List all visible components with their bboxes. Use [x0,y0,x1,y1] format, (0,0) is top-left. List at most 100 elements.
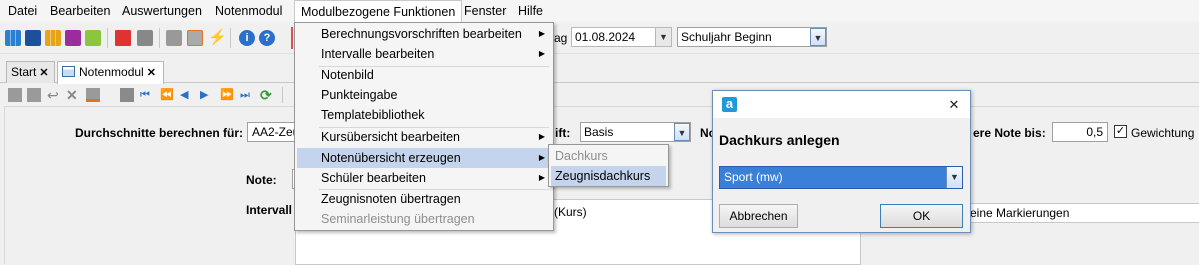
menu-auswertungen[interactable]: Auswertungen [116,0,208,22]
undo-icon[interactable]: ↩ [47,88,61,102]
menu-item-schueler[interactable]: Schüler bearbeiten ▶ [297,168,551,188]
last-record-icon[interactable]: ⏭ [240,88,254,102]
menu-item-berechnungsvorschriften[interactable]: Berechnungsvorschriften bearbeiten ▶ [297,24,551,44]
schrift-value: Basis [584,125,614,139]
fast-back-icon[interactable]: ⏪ [160,88,174,102]
save-icon[interactable] [27,88,41,102]
menu-notenmodul[interactable]: Notenmodul [209,0,288,22]
chevron-down-icon[interactable]: ▼ [655,28,671,46]
table-icon [62,66,75,77]
averages-select[interactable]: AA2-Zeu [247,122,299,142]
menu-item-seminarleistung: Seminarleistung übertragen [297,209,551,229]
new-icon[interactable] [8,88,22,102]
menu-item-notenbild[interactable]: Notenbild [297,65,551,85]
tab-start-label: Start [11,65,37,79]
menu-item-zeugnisnoten[interactable]: Zeugnisnoten übertragen [297,189,551,209]
notenuebersicht-submenu: Dachkurs Zeugnisdachkurs [548,144,669,187]
menu-item-label: Schüler bearbeiten [321,171,426,185]
courses-icon[interactable] [65,30,81,46]
app-logo-icon: a [722,97,737,112]
ok-button[interactable]: OK [880,204,963,228]
tab-notenmodul-label: Notenmodul [79,65,144,79]
printer-icon[interactable] [137,30,153,46]
refresh-icon[interactable]: ⟳ [260,88,274,102]
chevron-right-icon: ▶ [538,132,545,141]
report-icon[interactable] [86,88,100,102]
book-icon[interactable] [115,30,131,46]
students-icon[interactable] [5,30,21,46]
menu-item-label: Notenbild [321,68,374,82]
menu-item-label: Intervalle bearbeiten [321,47,435,61]
tab-notenmodul[interactable]: Notenmodul ✕ [57,61,164,84]
intervall-label: Intervall [246,203,293,217]
chevron-down-icon[interactable]: ▼ [674,123,690,141]
submenu-item-zeugnisdachkurs[interactable]: Zeugnisdachkurs [551,166,666,186]
chevron-right-icon: ▶ [538,29,545,38]
help-icon[interactable]: ? [259,30,275,46]
export-icon[interactable] [187,30,203,46]
period-select[interactable]: Schuljahr Beginn ▼ [677,27,827,47]
lightning-icon[interactable]: ⚡ [208,30,227,46]
note-bis-input[interactable]: 0,5 [1052,122,1108,142]
menu-item-label: Punkteingabe [321,88,398,102]
date-value: 01.08.2024 [575,30,636,44]
rooms-icon[interactable] [85,30,101,46]
menu-bearbeiten[interactable]: Bearbeiten [44,0,116,22]
info-icon[interactable]: i [239,30,255,46]
tab-bar: Start ✕ Notenmodul ✕ [0,55,1199,84]
menu-item-label: Zeugnisnoten übertragen [321,192,461,206]
period-value: Schuljahr Beginn [681,30,772,44]
note-bis-label: ere Note bis: [973,126,1046,140]
tab-start[interactable]: Start ✕ [6,61,55,83]
dialog-heading: Dachkurs anlegen [719,132,840,148]
date-select[interactable]: 01.08.2024 ▼ [571,27,672,47]
class-icon[interactable] [25,30,41,46]
menu-item-label: Kursübersicht bearbeiten [321,130,460,144]
menu-item-intervalle[interactable]: Intervalle bearbeiten ▶ [297,44,551,64]
weighting-label: Gewichtung [1131,126,1195,140]
schrift-select[interactable]: Basis ▼ [580,122,691,142]
menu-modulbezogene-funktionen[interactable]: Modulbezogene Funktionen [294,0,463,23]
chevron-right-icon: ▶ [538,49,545,58]
close-icon[interactable]: ✕ [39,67,48,79]
note-label: Note: [246,173,277,187]
chevron-right-icon: ▶ [538,173,545,182]
fast-forward-icon[interactable]: ⏩ [220,88,234,102]
menu-hilfe[interactable]: Hilfe [512,0,549,22]
chevron-down-icon[interactable]: ▼ [810,28,826,46]
group-icon[interactable] [120,88,134,102]
first-record-icon[interactable]: ⏮ [140,88,154,102]
chevron-down-icon[interactable]: ▼ [946,167,962,188]
teachers-icon[interactable] [45,30,61,46]
close-icon[interactable]: ✕ [147,67,156,79]
dachkurs-select[interactable]: Sport (mw) ▼ [719,166,963,189]
menu-datei[interactable]: Datei [2,0,43,22]
dachkurs-dialog: a ✕ Dachkurs anlegen Sport (mw) ▼ Abbrec… [712,90,971,233]
menu-item-templatebibliothek[interactable]: Templatebibliothek [297,105,551,125]
menu-item-label: Notenübersicht erzeugen [321,151,461,165]
menu-fenster[interactable]: Fenster [458,0,512,22]
navigation-toolbar: ↩ ✕ ⏮ ⏪ ◀ ▶ ⏩ ⏭ ⟳ [0,84,1199,106]
dialog-titlebar[interactable]: a ✕ [713,91,970,118]
averages-label: Durchschnitte berechnen für: [75,126,244,140]
next-record-icon[interactable]: ▶ [200,88,214,102]
menu-item-punkteingabe[interactable]: Punkteingabe [297,85,551,105]
menu-bar: Datei Bearbeiten Auswertungen Notenmodul… [0,0,1199,23]
markierungen-field[interactable]: eine Markierungen [965,203,1199,223]
modulbezogene-funktionen-menu: Berechnungsvorschriften bearbeiten ▶ Inte… [294,22,554,231]
menu-item-label: Seminarleistung übertragen [321,212,475,226]
weighting-checkbox[interactable]: ✓ [1114,125,1127,138]
submenu-item-dachkurs: Dachkurs [555,149,608,163]
schrift-label: ift: [555,126,571,140]
close-icon[interactable]: ✕ [945,96,963,114]
delete-icon[interactable]: ✕ [66,88,80,102]
menu-item-notenuebersicht[interactable]: Notenübersicht erzeugen ▶ [297,148,551,168]
copy-icon[interactable] [166,30,182,46]
main-toolbar: ⚡ i ? ag 01.08.2024 ▼ Schuljahr Beginn ▼ [0,22,1199,54]
menu-item-kursuebersicht[interactable]: Kursübersicht bearbeiten ▶ [297,127,551,147]
course-type-text: (Kurs) [554,205,587,219]
menu-item-label: Berechnungsvorschriften bearbeiten [321,27,522,41]
cancel-button[interactable]: Abbrechen [719,204,798,228]
prev-record-icon[interactable]: ◀ [180,88,194,102]
chevron-right-icon: ▶ [538,153,545,162]
